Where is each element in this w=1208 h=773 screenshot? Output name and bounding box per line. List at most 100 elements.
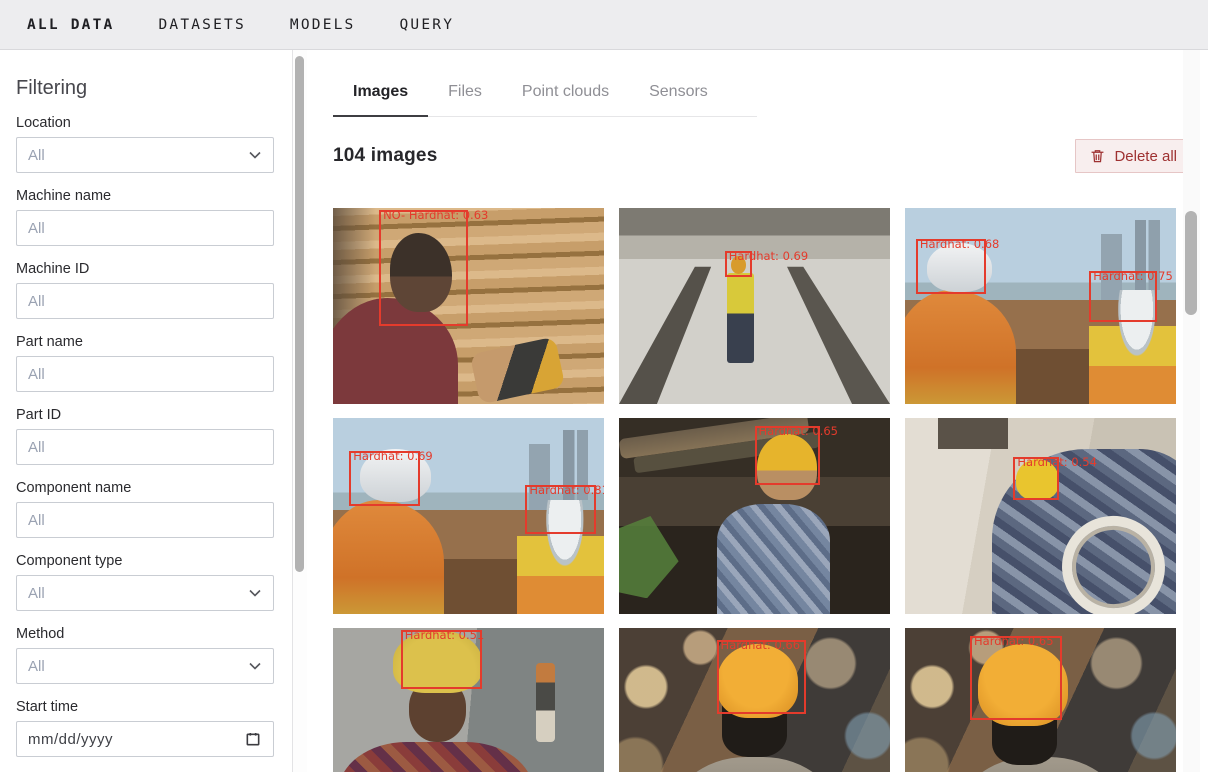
filter-label: Component name xyxy=(16,480,273,496)
nav-item-models[interactable]: MODELS xyxy=(290,17,356,33)
main-scrollbar-track[interactable] xyxy=(1183,50,1200,772)
filter-start-time: Start time mm/dd/yyyy xyxy=(16,699,273,757)
detection-label: Hardhat: 0.66 xyxy=(721,638,801,652)
nav-item-all-data[interactable]: ALL DATA xyxy=(27,17,114,33)
image-card[interactable]: Hardhat: 0.68 Hardhat: 0.75 xyxy=(905,208,1176,404)
filter-label: Machine name xyxy=(16,188,273,204)
filter-part-name: Part name xyxy=(16,334,273,392)
filter-list: LocationAll Machine name Machine ID Part na… xyxy=(16,115,273,757)
filter-input-part-id[interactable] xyxy=(16,429,274,465)
scene-shape xyxy=(333,500,444,614)
image-card[interactable]: NO- Hardhat: 0.63 xyxy=(333,208,604,404)
image-card[interactable]: Hardhat: 0.65 xyxy=(619,418,890,614)
delete-all-button[interactable]: Delete all xyxy=(1075,139,1192,173)
chevron-down-icon xyxy=(249,151,261,159)
sidebar-scrollbar-thumb[interactable] xyxy=(295,56,304,572)
detection-label: Hardhat: 0.68 xyxy=(920,237,1000,251)
detection-box: Hardhat: 0.75 xyxy=(1089,271,1157,322)
header-row: 104 images Delete all xyxy=(333,139,1192,173)
detection-box: NO- Hardhat: 0.63 xyxy=(379,210,468,326)
date-placeholder: mm/dd/yyyy xyxy=(28,731,113,748)
image-card[interactable]: Hardhat: 0.65 xyxy=(905,628,1176,772)
top-nav: ALL DATA DATASETS MODELS QUERY xyxy=(0,0,1208,50)
image-count: 104 images xyxy=(333,145,437,167)
detection-box: Hardhat: 0.69 xyxy=(725,251,752,276)
image-grid: NO- Hardhat: 0.63Hardhat: 0.69Hardhat: 0… xyxy=(333,208,1176,772)
nav-item-query[interactable]: QUERY xyxy=(400,17,455,33)
calendar-icon xyxy=(245,731,261,747)
detection-label: Hardhat: 0.81 xyxy=(529,483,604,497)
detection-label: Hardhat: 0.65 xyxy=(974,634,1054,648)
tab-images[interactable]: Images xyxy=(333,79,428,117)
filter-part-id: Part ID xyxy=(16,407,273,465)
filter-component-type: Component type All xyxy=(16,553,273,611)
filter-location: LocationAll xyxy=(16,115,273,173)
detection-box: Hardhat: 0.66 xyxy=(717,640,806,714)
image-card[interactable]: Hardhat: 0.69 xyxy=(619,208,890,404)
image-card[interactable]: Hardhat: 0.66 xyxy=(619,628,890,772)
nav-item-datasets[interactable]: DATASETS xyxy=(158,17,245,33)
filter-select-location[interactable]: All xyxy=(16,137,274,173)
filter-select-method[interactable]: All xyxy=(16,648,274,684)
selected-value: All xyxy=(28,147,45,164)
scene-shape xyxy=(668,757,841,772)
detection-box: Hardhat: 0.65 xyxy=(755,426,820,485)
detection-label: Hardhat: 0.51 xyxy=(405,628,485,642)
scene-shape xyxy=(619,516,679,598)
filter-method: Method All xyxy=(16,626,273,684)
main-scrollbar-thumb[interactable] xyxy=(1185,211,1197,315)
detection-box: Hardhat: 0.51 xyxy=(401,630,482,689)
tab-bar: ImagesFilesPoint cloudsSensors xyxy=(333,79,757,117)
scene-shape xyxy=(536,663,555,741)
filter-label: Part name xyxy=(16,334,273,350)
detection-label: Hardhat: 0.69 xyxy=(729,249,809,263)
detection-label: Hardhat: 0.75 xyxy=(1093,269,1173,283)
filter-sidebar: Filtering LocationAll Machine name Machine… xyxy=(0,50,293,772)
delete-all-label: Delete all xyxy=(1114,148,1177,165)
selected-value: All xyxy=(28,585,45,602)
detection-label: Hardhat: 0.65 xyxy=(759,424,839,438)
image-card[interactable]: Hardhat: 0.69 Hardhat: 0.81 xyxy=(333,418,604,614)
filter-label: Method xyxy=(16,626,273,642)
filter-select-component-type[interactable]: All xyxy=(16,575,274,611)
detection-box: Hardhat: 0.68 xyxy=(916,239,986,294)
filter-component-name: Component name xyxy=(16,480,273,538)
filter-input-part-name[interactable] xyxy=(16,356,274,392)
filter-machine-name: Machine name xyxy=(16,188,273,246)
detection-box: Hardhat: 0.69 xyxy=(349,451,419,506)
filter-label: Machine ID xyxy=(16,261,273,277)
main-panel: ImagesFilesPoint cloudsSensors 104 image… xyxy=(307,50,1208,772)
scene-shape xyxy=(470,337,565,404)
filter-label: Component type xyxy=(16,553,273,569)
filter-input-machine-name[interactable] xyxy=(16,210,274,246)
detection-box: Hardhat: 0.65 xyxy=(970,636,1062,720)
detection-label: Hardhat: 0.54 xyxy=(1017,455,1097,469)
image-card[interactable]: Hardhat: 0.54 xyxy=(905,418,1176,614)
scene-shape xyxy=(717,504,831,614)
filter-date-start-time[interactable]: mm/dd/yyyy xyxy=(16,721,274,757)
detection-label: Hardhat: 0.69 xyxy=(353,449,433,463)
chevron-down-icon xyxy=(249,662,261,670)
selected-value: All xyxy=(28,658,45,675)
sidebar-scrollbar[interactable] xyxy=(293,50,307,772)
trash-icon xyxy=(1090,148,1105,164)
filter-machine-id: Machine ID xyxy=(16,261,273,319)
scene-shape xyxy=(938,418,1008,449)
detection-label: NO- Hardhat: 0.63 xyxy=(383,208,488,222)
tab-point-clouds[interactable]: Point clouds xyxy=(502,79,629,116)
tab-files[interactable]: Files xyxy=(428,79,502,116)
detection-box: Hardhat: 0.81 xyxy=(525,485,595,534)
scene-shape xyxy=(727,273,754,363)
filter-label: Start time xyxy=(16,699,273,715)
scene-shape xyxy=(338,742,533,772)
tab-sensors[interactable]: Sensors xyxy=(629,79,728,116)
filter-label: Part ID xyxy=(16,407,273,423)
scene-shape xyxy=(905,290,1016,404)
sidebar-title: Filtering xyxy=(16,77,273,100)
content-area: Filtering LocationAll Machine name Machine… xyxy=(0,50,1208,772)
image-card[interactable]: Hardhat: 0.51 xyxy=(333,628,604,772)
detection-box: Hardhat: 0.54 xyxy=(1013,457,1059,500)
filter-input-component-name[interactable] xyxy=(16,502,274,538)
filter-input-machine-id[interactable] xyxy=(16,283,274,319)
chevron-down-icon xyxy=(249,589,261,597)
